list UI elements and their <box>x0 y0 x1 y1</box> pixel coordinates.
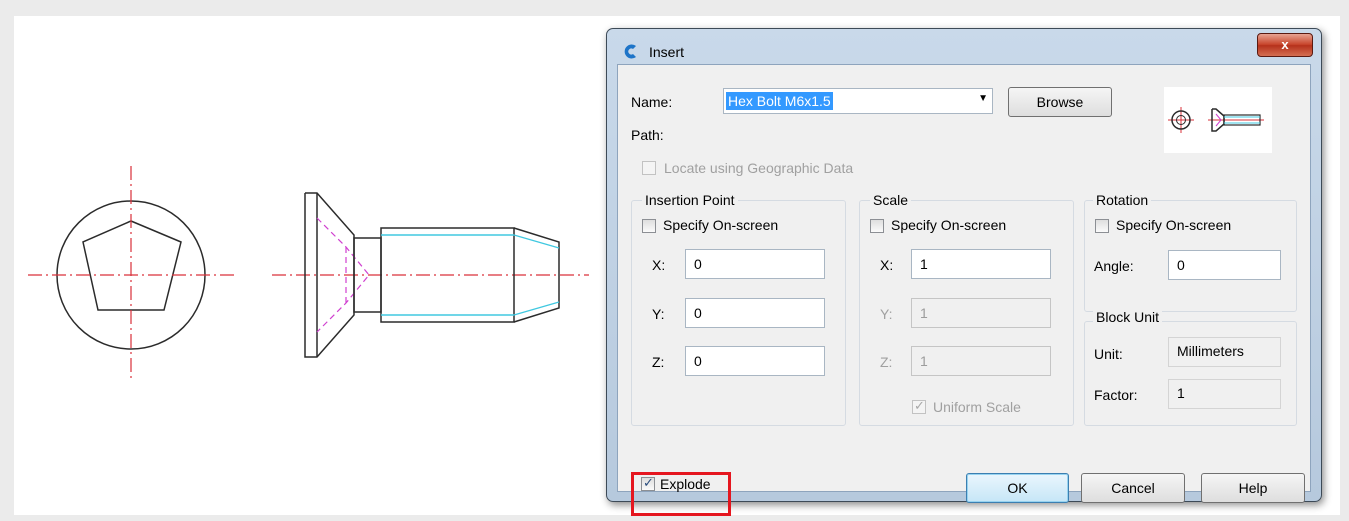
scale-z-label: Z: <box>880 354 893 370</box>
title-bar[interactable]: Insert x <box>607 29 1321 63</box>
cancel-button[interactable]: Cancel <box>1081 473 1185 503</box>
explode-label: Explode <box>660 476 711 492</box>
scale-x-input[interactable]: 1 <box>911 249 1051 279</box>
preview-bolt-icon <box>1168 107 1264 133</box>
insertion-x-label: X: <box>652 257 666 273</box>
bolt-side-view <box>272 192 589 358</box>
factor-value: 1 <box>1168 379 1281 409</box>
insert-dialog: Insert x Name: Hex Bolt M6x1.5 ▼ Browse <box>606 28 1322 516</box>
insertion-y-label: Y: <box>652 306 665 322</box>
insertion-y-input[interactable]: 0 <box>685 298 825 328</box>
insertion-z-label: Z: <box>652 354 665 370</box>
thread-tip-top <box>513 234 560 249</box>
check-icon: ✓ <box>643 475 654 490</box>
ok-button[interactable]: OK <box>966 473 1069 503</box>
block-preview <box>1164 87 1272 153</box>
insertion-point-title: Insertion Point <box>642 192 738 208</box>
unit-value: Millimeters <box>1168 337 1281 367</box>
uniform-scale-checkbox[interactable]: ✓ <box>912 398 926 414</box>
scale-y-label: Y: <box>880 306 893 322</box>
rotation-specify-label: Specify On-screen <box>1116 217 1232 233</box>
name-combobox[interactable]: Hex Bolt M6x1.5 ▼ <box>723 88 993 114</box>
scale-title: Scale <box>870 192 912 208</box>
chevron-down-icon[interactable]: ▼ <box>978 93 988 104</box>
rotation-specify-checkbox[interactable] <box>1095 219 1109 233</box>
scale-y-input[interactable]: 1 <box>911 298 1051 328</box>
scale-specify-checkbox[interactable] <box>870 219 884 233</box>
insertion-specify-checkbox[interactable] <box>642 219 656 233</box>
factor-label: Factor: <box>1094 387 1138 403</box>
scale-specify-label: Specify On-screen <box>891 217 1007 233</box>
scale-z-input[interactable]: 1 <box>911 346 1051 376</box>
name-label: Name: <box>631 94 673 110</box>
unit-label: Unit: <box>1094 346 1123 362</box>
bolt-drawing <box>28 166 589 378</box>
pentagon-socket <box>82 220 182 311</box>
bolt-end-view <box>28 166 236 378</box>
geographic-checkbox[interactable] <box>642 161 656 175</box>
insertion-z-input[interactable]: 0 <box>685 346 825 376</box>
geographic-label: Locate using Geographic Data <box>664 160 854 176</box>
browse-button[interactable]: Browse <box>1008 87 1112 117</box>
name-value: Hex Bolt M6x1.5 <box>726 92 833 110</box>
explode-checkbox[interactable]: ✓ <box>641 475 655 491</box>
app-logo-icon <box>624 44 636 59</box>
insertion-x-input[interactable]: 0 <box>685 249 825 279</box>
thread-tip-bottom <box>513 301 560 316</box>
close-button[interactable]: x <box>1257 33 1313 57</box>
dialog-title: Insert <box>649 44 685 60</box>
path-label: Path: <box>631 127 664 143</box>
scale-x-label: X: <box>880 257 894 273</box>
uniform-scale-label: Uniform Scale <box>933 399 1021 415</box>
insertion-specify-label: Specify On-screen <box>663 217 779 233</box>
angle-input[interactable]: 0 <box>1168 250 1281 280</box>
rotation-title: Rotation <box>1093 192 1152 208</box>
check-icon: ✓ <box>914 398 925 413</box>
dialog-body: Name: Hex Bolt M6x1.5 ▼ Browse Path: Loc… <box>617 64 1311 516</box>
block-unit-title: Block Unit <box>1093 309 1163 325</box>
help-button[interactable]: Help <box>1201 473 1305 503</box>
angle-label: Angle: <box>1094 258 1134 274</box>
